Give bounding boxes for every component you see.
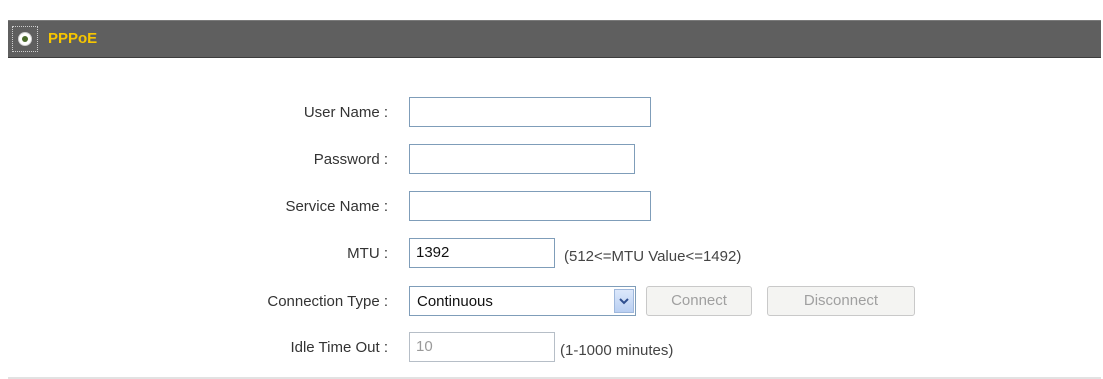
- section-radio[interactable]: [12, 26, 38, 52]
- password-label: Password :: [313, 151, 388, 168]
- user-name-input[interactable]: [409, 97, 651, 127]
- mtu-label: MTU :: [347, 245, 388, 262]
- radio-dot: [22, 36, 28, 42]
- idle-time-out-label: Idle Time Out :: [290, 339, 388, 356]
- disconnect-button[interactable]: Disconnect: [767, 286, 915, 316]
- connection-type-select[interactable]: Continuous: [409, 286, 636, 316]
- connection-type-value: Continuous: [417, 293, 493, 310]
- user-name-row: User Name :: [0, 97, 1103, 129]
- service-name-label: Service Name :: [285, 198, 388, 215]
- idle-time-out-input[interactable]: 10: [409, 332, 555, 362]
- service-name-row: Service Name :: [0, 191, 1103, 223]
- radio-selected-icon: [18, 32, 32, 46]
- connection-type-row: Connection Type : Continuous Connect Dis…: [0, 286, 1103, 318]
- user-name-label: User Name :: [303, 104, 388, 121]
- connect-button[interactable]: Connect: [646, 286, 752, 316]
- chevron-down-icon[interactable]: [614, 289, 634, 313]
- connection-type-label: Connection Type :: [267, 293, 388, 310]
- mtu-hint: (512<=MTU Value<=1492): [564, 248, 742, 265]
- password-input[interactable]: [409, 144, 635, 174]
- service-name-input[interactable]: [409, 191, 651, 221]
- mtu-input[interactable]: 1392: [409, 238, 555, 268]
- section-title: PPPoE: [48, 30, 98, 47]
- idle-time-out-hint: (1-1000 minutes): [560, 342, 674, 359]
- mtu-row: MTU : 1392 (512<=MTU Value<=1492): [0, 238, 1103, 270]
- section-header: PPPoE: [8, 20, 1101, 58]
- password-row: Password :: [0, 144, 1103, 176]
- pppoe-panel: PPPoE User Name : Password : Service Nam…: [0, 0, 1103, 379]
- idle-time-out-row: Idle Time Out : 10 (1-1000 minutes): [0, 332, 1103, 364]
